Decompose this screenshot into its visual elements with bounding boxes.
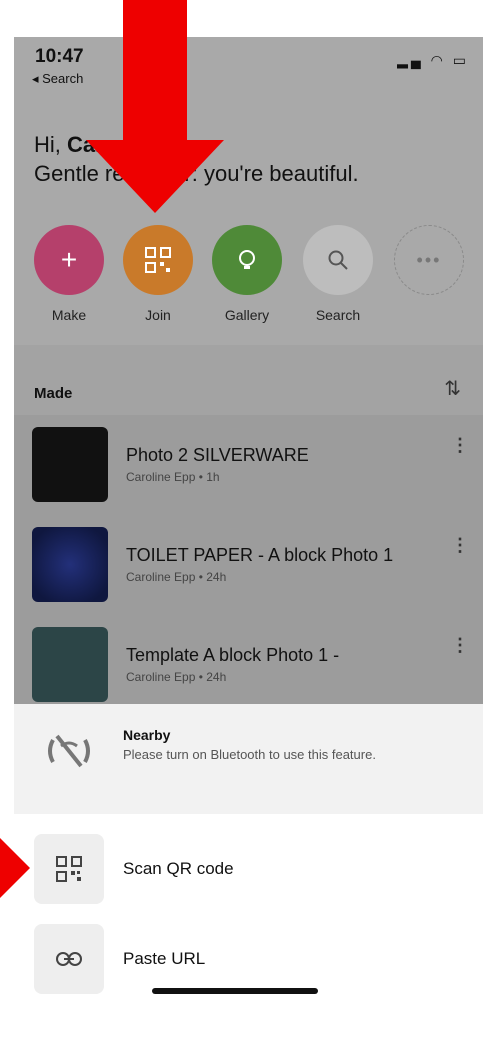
- item-title: Template A block Photo 1 -: [126, 645, 340, 665]
- app-screen: 10:47 ◂ Search ▂▄ ◠ ▭ Hi, Caro Gentle re…: [14, 37, 483, 1041]
- search-icon: [303, 225, 373, 295]
- annotation-arrow-head: [86, 140, 224, 213]
- join-label: Join: [145, 307, 171, 323]
- gallery-label: Gallery: [224, 307, 270, 323]
- list-item[interactable]: Template A block Photo 1 - Caroline Epp …: [14, 615, 483, 715]
- bluetooth-off-icon: [39, 726, 99, 776]
- thumbnail: [32, 427, 108, 502]
- home-indicator: [152, 988, 318, 994]
- nearby-panel: Nearby Please turn on Bluetooth to use t…: [14, 704, 483, 814]
- nearby-subtitle: Please turn on Bluetooth to use this fea…: [123, 747, 376, 762]
- wifi-icon: ◠: [430, 52, 446, 68]
- item-subtitle: Caroline Epp • 1h: [126, 470, 220, 484]
- list-item[interactable]: TOILET PAPER - A block Photo 1 Caroline …: [14, 515, 483, 615]
- search-label: Search: [315, 307, 361, 323]
- more-icon: •••: [394, 225, 464, 295]
- item-title: TOILET PAPER - A block Photo 1: [126, 545, 394, 565]
- battery-icon: ▭: [452, 52, 469, 68]
- join-button[interactable]: Join: [122, 225, 194, 323]
- nearby-title: Nearby: [123, 727, 171, 743]
- annotation-arrow-shaft: [123, 0, 187, 150]
- gallery-button[interactable]: Gallery: [211, 225, 283, 323]
- status-time: 10:47: [35, 46, 84, 67]
- annotation-arrow-right: [0, 838, 30, 898]
- sort-icon[interactable]: ⇅: [444, 376, 461, 401]
- scan-qr-label: Scan QR code: [123, 859, 234, 878]
- scan-qr-option[interactable]: Scan QR code: [14, 834, 483, 906]
- item-subtitle: Caroline Epp • 24h: [126, 570, 227, 584]
- paste-url-label: Paste URL: [123, 949, 206, 968]
- paste-url-option[interactable]: Paste URL: [14, 924, 483, 996]
- kebab-menu-icon[interactable]: ⋮: [451, 435, 469, 456]
- signal-icon: ▂▄: [397, 52, 424, 68]
- kebab-menu-icon[interactable]: ⋮: [451, 635, 469, 656]
- thumbnail: [32, 527, 108, 602]
- plus-icon: +: [34, 225, 104, 295]
- kebab-menu-icon[interactable]: ⋮: [451, 535, 469, 556]
- qr-code-icon: [34, 834, 104, 904]
- list-item[interactable]: Photo 2 SILVERWARE Caroline Epp • 1h ⋮: [14, 415, 483, 515]
- qr-icon: [123, 225, 193, 295]
- greeting-prefix: Hi,: [34, 132, 61, 157]
- item-title: Photo 2 SILVERWARE: [126, 445, 309, 465]
- search-button[interactable]: Search: [302, 225, 374, 323]
- make-label: Make: [51, 307, 87, 323]
- back-to-search-link[interactable]: ◂ Search: [32, 71, 83, 87]
- made-title: Made: [34, 385, 73, 402]
- thumbnail: [32, 627, 108, 702]
- item-subtitle: Caroline Epp • 24h: [126, 670, 227, 684]
- more-button[interactable]: •••: [393, 225, 465, 295]
- link-icon: [34, 924, 104, 994]
- made-section-header: Made ⇅: [14, 345, 483, 415]
- status-icons: ▂▄ ◠ ▭: [397, 52, 469, 69]
- make-button[interactable]: + Make: [33, 225, 105, 323]
- lightbulb-icon: [212, 225, 282, 295]
